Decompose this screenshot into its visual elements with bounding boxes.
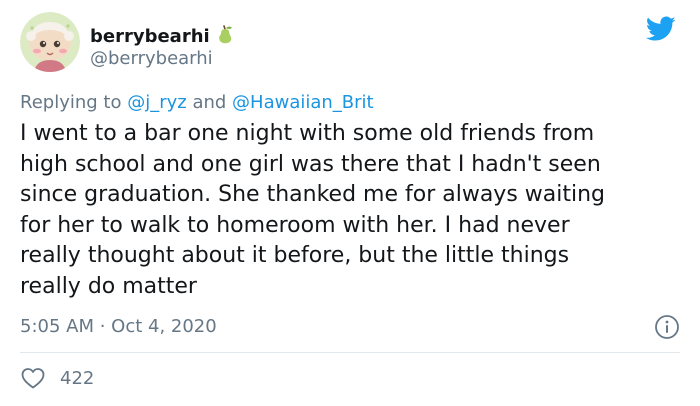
like-count: 422: [60, 367, 95, 389]
replying-to: Replying to @j_ryz and @Hawaiian_Brit: [20, 92, 374, 113]
tweet-text: I went to a bar one night with some old …: [20, 121, 606, 299]
replying-conjunction: and: [186, 92, 233, 113]
divider: [20, 352, 680, 353]
display-name[interactable]: berrybearhi: [90, 26, 210, 47]
user-name-row: berrybearhi: [90, 23, 236, 49]
avatar[interactable]: [20, 12, 80, 72]
heart-icon[interactable]: [20, 366, 46, 390]
like-action[interactable]: 422: [20, 366, 94, 390]
mention-link-j-ryz[interactable]: @j_ryz: [127, 92, 187, 113]
handle[interactable]: @berrybearhi: [90, 48, 213, 69]
twitter-bird-icon[interactable]: [645, 16, 676, 42]
replying-prefix: Replying to: [20, 92, 128, 113]
pear-icon: [214, 23, 236, 49]
info-icon[interactable]: [654, 314, 680, 340]
tweet-timestamp[interactable]: 5:05 AM · Oct 4, 2020: [20, 316, 217, 337]
tweet-card: berrybearhi @berrybearhi Replying to @j_…: [0, 0, 700, 406]
mention-link-hawaiian-brit[interactable]: @Hawaiian_Brit: [232, 92, 374, 113]
